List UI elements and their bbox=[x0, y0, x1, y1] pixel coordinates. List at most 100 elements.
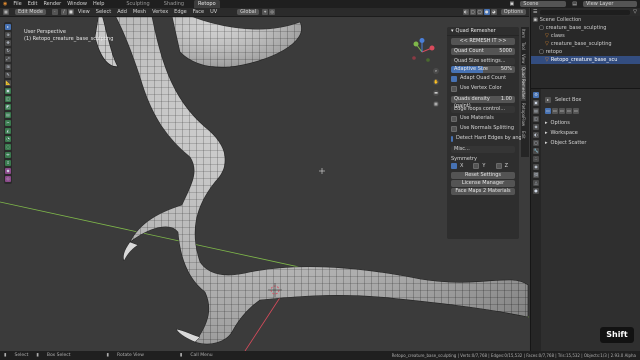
select-tool-row[interactable]: ▸ Select Box bbox=[545, 95, 636, 104]
y-axis-gizmo-icon[interactable] bbox=[413, 41, 419, 47]
menu-add[interactable]: Add bbox=[117, 9, 127, 15]
collapse-chevron-icon[interactable]: ▾ bbox=[451, 27, 454, 35]
loop-cut-tool-icon[interactable]: ▤ bbox=[5, 112, 11, 118]
particles-properties-icon[interactable]: ∴ bbox=[533, 156, 539, 162]
perspective-toggle-icon[interactable]: ▦ bbox=[433, 101, 439, 107]
edge-loops-control-header[interactable]: Edge loops control... bbox=[451, 106, 515, 113]
adapt-quad-count-checkbox[interactable]: Adapt Quad Count bbox=[451, 74, 515, 83]
pan-hand-icon[interactable]: ✋ bbox=[433, 79, 439, 85]
scene-selector[interactable]: Scene bbox=[520, 1, 567, 7]
solid-shading-icon[interactable]: ● bbox=[483, 9, 490, 15]
view-layer-properties-icon[interactable]: ◫ bbox=[533, 116, 539, 122]
transform-tool-icon[interactable]: ⊞ bbox=[5, 64, 11, 70]
object-properties-icon[interactable]: ▢ bbox=[533, 140, 539, 146]
tool-properties-icon[interactable]: ⚙ bbox=[533, 92, 539, 98]
editor-type-icon[interactable]: ▦ bbox=[3, 9, 9, 15]
transform-orientation[interactable]: Global bbox=[237, 9, 260, 15]
extend-selection-icon[interactable]: ▭ bbox=[552, 107, 558, 114]
blender-logo-icon[interactable]: ◉ bbox=[3, 1, 7, 7]
proportional-edit-icon[interactable]: ◎ bbox=[269, 9, 276, 15]
face-maps-to-materials-button[interactable]: Face Maps 2 Materials bbox=[451, 188, 515, 195]
menu-face[interactable]: Face bbox=[193, 9, 204, 15]
collapse-chevron-icon[interactable]: ▸ bbox=[545, 120, 548, 126]
extrude-tool-icon[interactable]: ▣ bbox=[5, 88, 11, 94]
rip-tool-icon[interactable]: ◇ bbox=[5, 176, 11, 182]
overlay-icon[interactable]: ◐ bbox=[462, 9, 469, 15]
remesh-button[interactable]: << REMESH IT >> bbox=[451, 38, 515, 45]
tab-item[interactable]: Item bbox=[521, 27, 526, 40]
adaptive-size-slider[interactable]: Adaptive Size 50% bbox=[451, 66, 515, 73]
knife-tool-icon[interactable]: ✂ bbox=[5, 120, 11, 126]
property-section-header[interactable]: ▸ Object Scatter bbox=[545, 138, 636, 148]
camera-view-icon[interactable]: ▬ bbox=[433, 90, 439, 96]
tab-tool[interactable]: Tool bbox=[521, 40, 526, 52]
shear-tool-icon[interactable]: ◆ bbox=[5, 168, 11, 174]
sym-x-checkbox[interactable]: X bbox=[451, 163, 470, 169]
license-manager-button[interactable]: License Manager bbox=[451, 180, 515, 187]
world-properties-icon[interactable]: ◐ bbox=[533, 132, 539, 138]
use-materials-checkbox[interactable]: Use Materials bbox=[451, 114, 515, 123]
reset-settings-button[interactable]: Reset Settings bbox=[451, 172, 515, 179]
tab-quad-remesher[interactable]: Quad Remesher bbox=[521, 65, 526, 102]
menu-edit[interactable]: Edit bbox=[28, 1, 38, 7]
checkbox-icon[interactable] bbox=[451, 135, 453, 142]
new-selection-icon[interactable]: ▭ bbox=[545, 107, 551, 114]
edge-slide-tool-icon[interactable]: ⇹ bbox=[5, 152, 11, 158]
outliner-item[interactable]: ▢ creature_base_sculpting bbox=[531, 24, 640, 32]
checkbox-icon[interactable] bbox=[451, 115, 457, 122]
render-properties-icon[interactable]: ▣ bbox=[533, 100, 539, 106]
scene-properties-icon[interactable]: ◈ bbox=[533, 124, 539, 130]
bevel-tool-icon[interactable]: ◩ bbox=[5, 104, 11, 110]
invert-selection-icon[interactable]: ▭ bbox=[566, 107, 572, 114]
quads-density-field[interactable]: Quads density (paint) 1.00 bbox=[451, 96, 515, 109]
constraints-properties-icon[interactable]: ⛓ bbox=[533, 172, 539, 178]
menu-mesh[interactable]: Mesh bbox=[133, 9, 146, 15]
material-shading-icon[interactable]: ◕ bbox=[490, 9, 497, 15]
outliner-editor-icon[interactable]: ☰ bbox=[533, 9, 537, 15]
menu-vertex[interactable]: Vertex bbox=[152, 9, 168, 15]
wireframe-shading-icon[interactable]: ◯ bbox=[476, 9, 483, 15]
menu-uv[interactable]: UV bbox=[210, 9, 217, 15]
tab-retopoflow[interactable]: RetopoFlow bbox=[521, 101, 526, 128]
move-tool-icon[interactable]: ✥ bbox=[5, 40, 11, 46]
tab-view[interactable]: View bbox=[521, 52, 526, 66]
vertex-select-icon[interactable]: · bbox=[51, 9, 58, 15]
zoom-icon[interactable]: ⌕ bbox=[433, 68, 439, 74]
use-normals-splitting-checkbox[interactable]: Use Normals Splitting bbox=[451, 124, 515, 133]
tab-edit[interactable]: Edit bbox=[521, 129, 526, 141]
menu-edge[interactable]: Edge bbox=[174, 9, 187, 15]
z-axis-gizmo-icon[interactable] bbox=[419, 38, 425, 43]
sym-z-checkbox[interactable]: Z bbox=[495, 163, 515, 169]
tab-sculpting[interactable]: Sculpting bbox=[122, 0, 153, 8]
detect-hard-edges-checkbox[interactable]: Detect Hard Edges by angle bbox=[451, 134, 526, 143]
collapse-chevron-icon[interactable]: ▸ bbox=[545, 130, 548, 136]
outliner-item[interactable]: ▢ retopo bbox=[531, 48, 640, 56]
checkbox-icon[interactable] bbox=[451, 75, 457, 82]
measure-tool-icon[interactable]: 📐 bbox=[5, 80, 11, 86]
poly-build-tool-icon[interactable]: ◭ bbox=[5, 128, 11, 134]
menu-file[interactable]: File bbox=[13, 1, 21, 7]
navigation-gizmo[interactable] bbox=[408, 38, 436, 66]
intersect-selection-icon[interactable]: ▭ bbox=[573, 107, 579, 114]
panel-header[interactable]: ▾ Quad Remesher bbox=[447, 27, 519, 36]
menu-render[interactable]: Render bbox=[43, 1, 61, 7]
shrink-fatten-tool-icon[interactable]: ⇕ bbox=[5, 160, 11, 166]
outliner-item[interactable]: ▽ creature_base_sculpting bbox=[531, 40, 640, 48]
quad-size-settings-header[interactable]: Quad Size settings... bbox=[451, 58, 515, 65]
face-select-icon[interactable]: ■ bbox=[67, 9, 74, 15]
collapse-chevron-icon[interactable]: ▸ bbox=[545, 140, 548, 146]
xray-icon[interactable]: ▢ bbox=[469, 9, 476, 15]
menu-help[interactable]: Help bbox=[93, 1, 104, 7]
misc-header[interactable]: Misc... bbox=[451, 146, 515, 153]
filter-icon[interactable]: ▽ bbox=[633, 9, 637, 15]
rotate-tool-icon[interactable]: ↻ bbox=[5, 48, 11, 54]
tab-retopo[interactable]: Retopo bbox=[194, 0, 220, 8]
snap-icon[interactable]: ⌖ bbox=[262, 9, 269, 15]
annotate-tool-icon[interactable]: ✎ bbox=[5, 72, 11, 78]
checkbox-icon[interactable] bbox=[473, 163, 480, 169]
property-section-header[interactable]: ▸ Options bbox=[545, 118, 636, 128]
cursor-tool-icon[interactable]: ⊕ bbox=[5, 32, 11, 38]
material-properties-icon[interactable]: ● bbox=[533, 188, 539, 194]
checkbox-icon[interactable] bbox=[451, 163, 457, 169]
outliner-search-input[interactable] bbox=[540, 9, 631, 15]
